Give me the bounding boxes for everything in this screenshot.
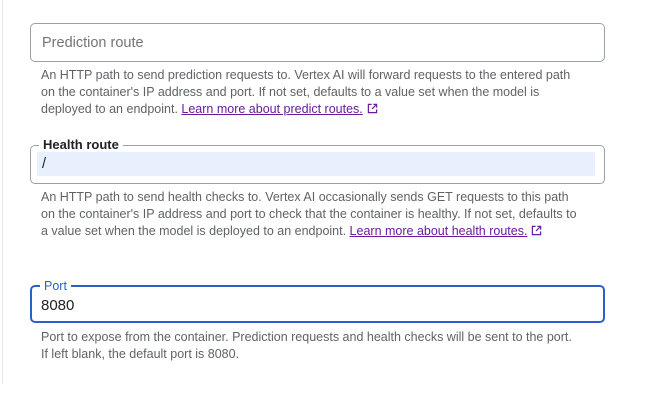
panel-divider: [2, 0, 3, 384]
port-field[interactable]: Port: [30, 278, 605, 323]
prediction-route-helper: An HTTP path to send prediction requests…: [41, 67, 581, 119]
health-routes-learn-more-link[interactable]: Learn more about health routes.: [350, 224, 528, 238]
container-settings-form: An HTTP path to send prediction requests…: [0, 0, 660, 404]
open-in-new-icon[interactable]: [367, 102, 378, 119]
predict-routes-learn-more-link[interactable]: Learn more about predict routes.: [181, 102, 362, 116]
health-route-input[interactable]: [42, 154, 582, 174]
health-route-field[interactable]: Health route: [30, 137, 605, 184]
port-helper: Port to expose from the container. Predi…: [41, 329, 581, 363]
prediction-route-field[interactable]: [30, 23, 605, 62]
port-input[interactable]: [41, 294, 581, 316]
open-in-new-icon[interactable]: [531, 224, 542, 241]
health-route-label: Health route: [39, 137, 123, 153]
port-helper-text: Port to expose from the container. Predi…: [41, 330, 572, 361]
prediction-route-input[interactable]: [42, 32, 592, 54]
port-label: Port: [40, 278, 71, 294]
health-route-helper: An HTTP path to send health checks to. V…: [41, 189, 581, 241]
